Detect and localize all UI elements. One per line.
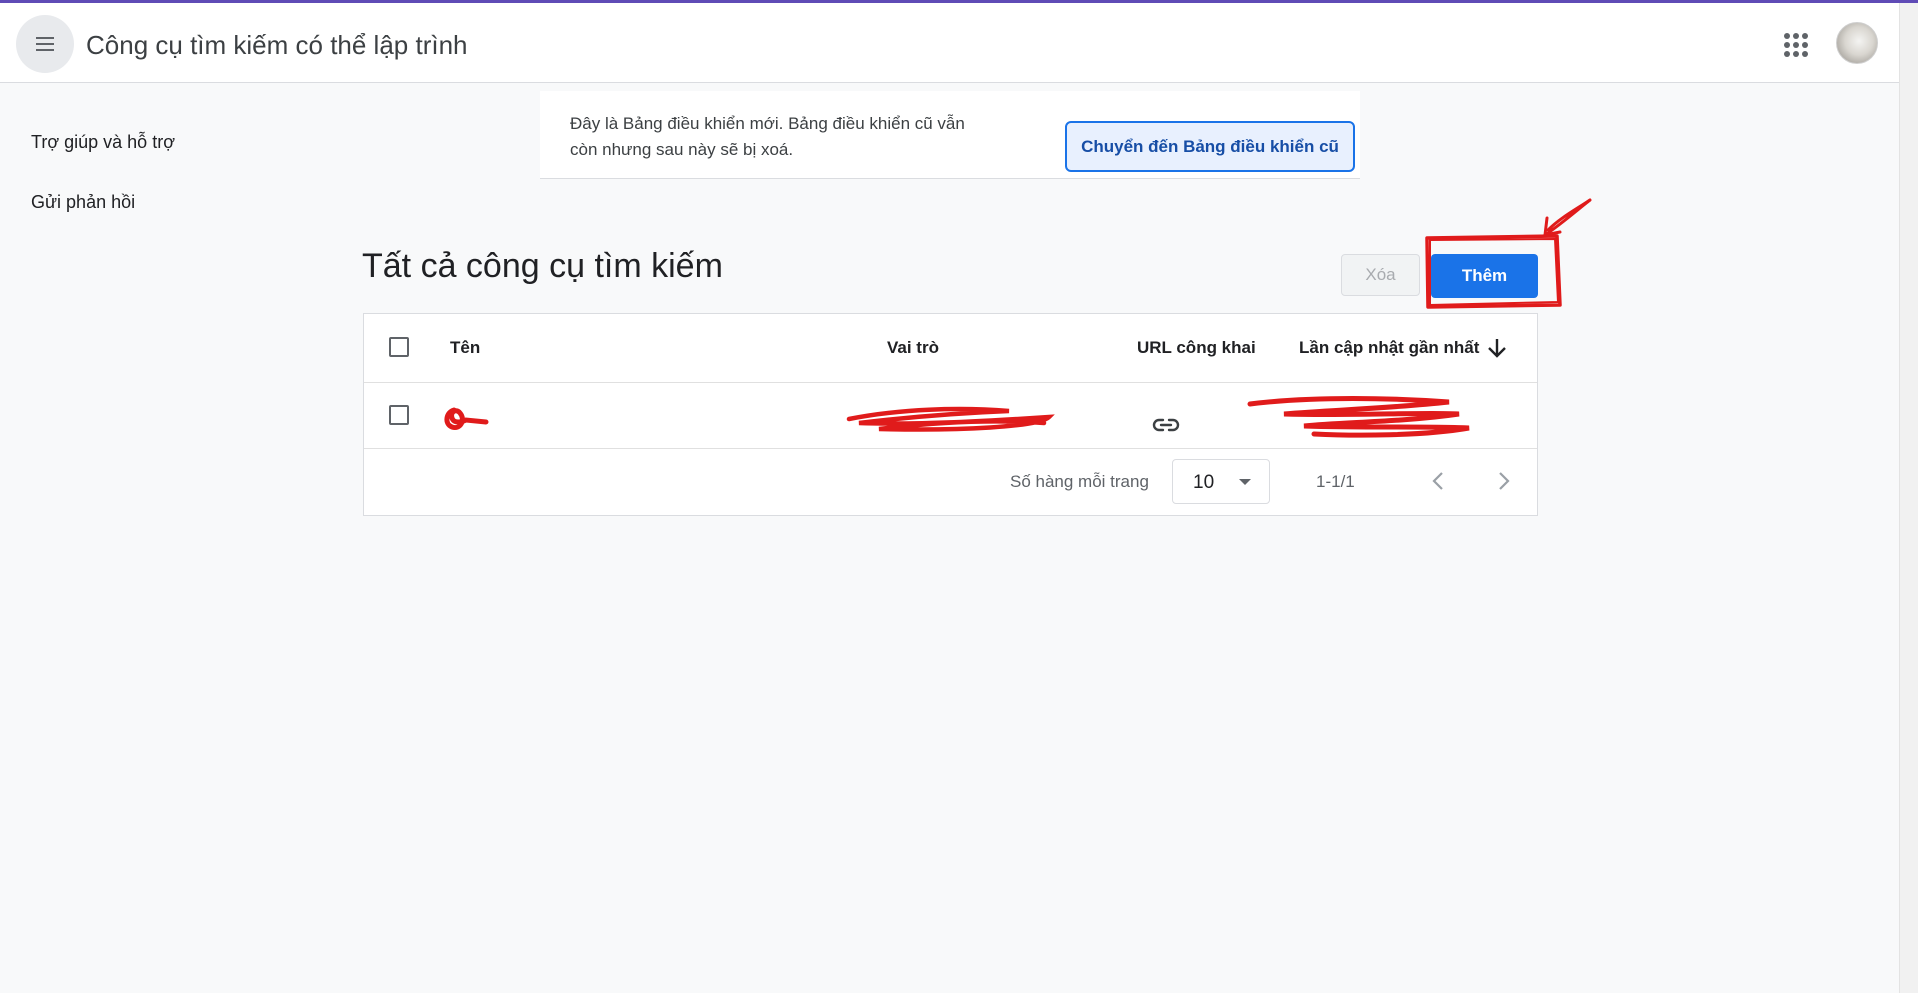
column-header-role[interactable]: Vai trò (887, 338, 939, 358)
go-to-old-console-button[interactable]: Chuyển đến Bảng điều khiển cũ (1065, 121, 1355, 172)
delete-button[interactable]: Xóa (1341, 254, 1420, 296)
add-button[interactable]: Thêm (1431, 254, 1538, 298)
rows-per-page-select[interactable]: 10 (1172, 459, 1270, 504)
main-menu-button[interactable] (16, 15, 74, 73)
search-engines-table: Tên Vai trò URL công khai Lần cập nhật g… (363, 313, 1538, 516)
hamburger-menu-icon (36, 37, 54, 51)
page-title: Tất cả công cụ tìm kiếm (362, 247, 723, 285)
new-console-banner: Đây là Bảng điều khiển mới. Bảng điều kh… (540, 91, 1360, 179)
previous-page-chevron-icon[interactable] (1424, 466, 1454, 496)
row-divider (364, 448, 1537, 449)
row-checkbox[interactable] (389, 405, 409, 425)
redacted-date-scribble (1247, 396, 1470, 438)
app-header: Công cụ tìm kiếm có thể lập trình (0, 3, 1899, 83)
column-header-name[interactable]: Tên (450, 338, 480, 358)
redacted-role-scribble (846, 406, 1055, 432)
account-avatar[interactable] (1836, 22, 1878, 64)
rows-per-page-label: Số hàng mỗi trang (1010, 472, 1149, 491)
sort-descending-icon[interactable] (1484, 335, 1510, 361)
public-url-link-icon[interactable] (1151, 410, 1181, 440)
app-title: Công cụ tìm kiếm có thể lập trình (86, 30, 468, 60)
page-range: 1-1/1 (1316, 472, 1355, 491)
banner-message: Đây là Bảng điều khiển mới. Bảng điều kh… (570, 114, 965, 159)
column-header-last-updated[interactable]: Lần cập nhật gần nhất (1299, 338, 1479, 358)
sidebar-item-send-feedback[interactable]: Gửi phản hồi (31, 192, 135, 213)
rows-per-page-value: 10 (1193, 472, 1215, 493)
page-scrollbar[interactable] (1899, 3, 1918, 993)
select-all-checkbox[interactable] (389, 337, 409, 357)
google-apps-button[interactable] (1781, 30, 1811, 60)
column-header-public-url[interactable]: URL công khai (1137, 338, 1256, 358)
apps-grid-icon (1784, 33, 1808, 57)
sidebar-item-help-support[interactable]: Trợ giúp và hỗ trợ (31, 132, 175, 153)
next-page-chevron-icon[interactable] (1488, 466, 1518, 496)
redacted-name-scribble (444, 407, 489, 431)
dropdown-caret-icon (1239, 479, 1251, 485)
header-divider (364, 382, 1537, 383)
